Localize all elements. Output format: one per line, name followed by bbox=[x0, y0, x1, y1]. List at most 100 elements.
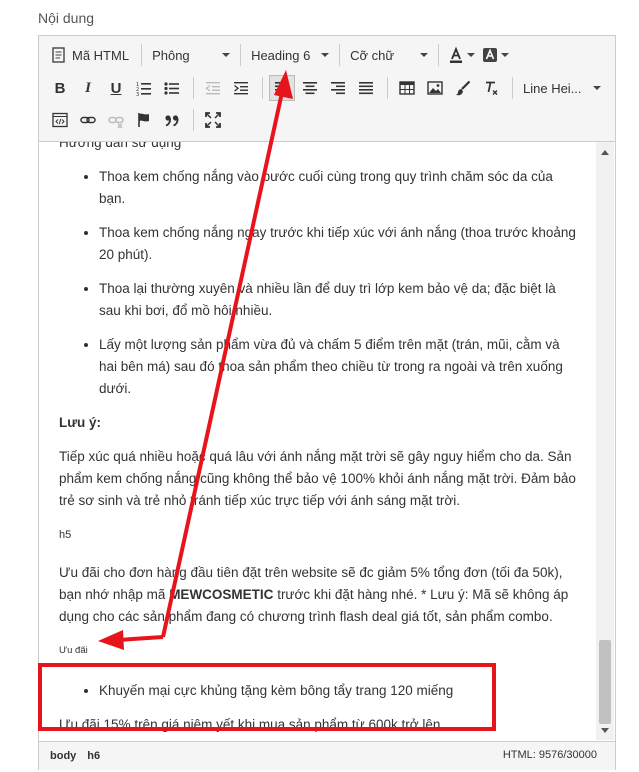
paintbrush-icon bbox=[455, 80, 471, 96]
chevron-down-icon bbox=[222, 53, 231, 57]
promo-list: Khuyến mại cực khủng tặng kèm bông tẩy t… bbox=[59, 680, 579, 702]
scrollbar-thumb[interactable] bbox=[599, 640, 611, 724]
path-item-h6[interactable]: h6 bbox=[87, 750, 100, 762]
offer-code: MEWCOSMETIC bbox=[169, 587, 274, 602]
toolbar-divider bbox=[512, 77, 513, 99]
font-select[interactable]: Phông bbox=[148, 42, 234, 68]
flag-icon bbox=[136, 112, 152, 128]
heading-5: h5 bbox=[59, 529, 72, 541]
editor-content[interactable]: Hướng dẫn sử dụng Thoa kem chống nắng và… bbox=[39, 142, 595, 740]
insert-link-button[interactable] bbox=[75, 107, 101, 133]
toolbar-divider bbox=[339, 44, 341, 66]
toolbar-divider bbox=[193, 109, 194, 131]
font-select-value: Phông bbox=[152, 47, 190, 63]
align-center-button[interactable] bbox=[297, 75, 323, 101]
underline-button[interactable]: U bbox=[103, 75, 129, 101]
heading-6: Ưu đãi bbox=[59, 645, 88, 656]
text-color-icon bbox=[448, 47, 464, 63]
underline-icon: U bbox=[110, 79, 122, 97]
fullscreen-icon bbox=[205, 112, 221, 128]
bullet-list-icon bbox=[164, 80, 180, 96]
outdent-button[interactable] bbox=[200, 75, 226, 101]
element-path: body h6 bbox=[50, 750, 100, 762]
list-item: Khuyến mại cực khủng tặng kèm bông tẩy t… bbox=[99, 680, 579, 702]
align-left-button[interactable] bbox=[269, 75, 295, 101]
promo-paragraph: Ưu đãi 15% trên giá niêm yết khi mua sản… bbox=[59, 717, 441, 732]
font-size-select[interactable]: Cỡ chữ bbox=[346, 42, 432, 68]
line-height-select-value: Line Hei... bbox=[523, 80, 582, 96]
usage-heading: Hướng dẫn sử dụng bbox=[59, 142, 182, 150]
background-color-icon bbox=[482, 47, 498, 63]
list-item: Thoa lại thường xuyên và nhiều lần để du… bbox=[99, 278, 579, 322]
chevron-down-icon bbox=[420, 53, 429, 57]
numbered-list-icon: 123 bbox=[136, 80, 152, 96]
usage-list: Thoa kem chống nắng vào bước cuối cùng t… bbox=[59, 166, 579, 400]
align-justify-button[interactable] bbox=[353, 75, 379, 101]
clear-formatting-icon bbox=[483, 80, 499, 96]
numbered-list-button[interactable]: 123 bbox=[131, 75, 157, 101]
align-right-button[interactable] bbox=[325, 75, 351, 101]
vertical-scrollbar[interactable] bbox=[596, 142, 614, 740]
code-icon bbox=[52, 112, 68, 128]
image-icon bbox=[427, 80, 443, 96]
list-item: Thoa kem chống nắng ngay trước khi tiếp … bbox=[99, 222, 579, 266]
format-painter-button[interactable] bbox=[450, 75, 476, 101]
insert-image-button[interactable] bbox=[422, 75, 448, 101]
indent-icon bbox=[233, 80, 249, 96]
list-item: Thoa kem chống nắng vào bước cuối cùng t… bbox=[99, 166, 579, 210]
chevron-down-icon bbox=[593, 86, 601, 90]
status-bar: body h6 HTML: 9576/30000 bbox=[39, 741, 615, 770]
scroll-up-icon[interactable] bbox=[601, 150, 609, 155]
toolbar-divider bbox=[387, 77, 388, 99]
toolbar-divider bbox=[262, 77, 263, 99]
insert-table-button[interactable] bbox=[394, 75, 420, 101]
align-right-icon bbox=[330, 80, 346, 96]
unlink-button[interactable] bbox=[103, 107, 129, 133]
line-height-select[interactable]: Line Hei... bbox=[519, 75, 605, 101]
chevron-down-icon bbox=[466, 53, 475, 57]
svg-text:3: 3 bbox=[136, 92, 139, 96]
toolbar-divider bbox=[141, 44, 143, 66]
table-icon bbox=[399, 80, 415, 96]
note-paragraph: Tiếp xúc quá nhiều hoặc quá lâu với ánh … bbox=[59, 449, 576, 508]
scroll-down-icon[interactable] bbox=[601, 728, 609, 733]
bold-button[interactable]: B bbox=[47, 75, 73, 101]
italic-button[interactable]: I bbox=[75, 75, 101, 101]
bold-icon: B bbox=[54, 79, 66, 97]
chevron-down-icon bbox=[321, 53, 330, 57]
align-left-icon bbox=[274, 80, 290, 96]
text-color-button[interactable] bbox=[445, 42, 477, 68]
source-html-label: Mã HTML bbox=[72, 47, 130, 63]
editor-toolbar: Mã HTML Phông Heading 6 Cỡ chữ B I U 1 2… bbox=[39, 36, 615, 142]
list-item: Lấy một lượng sản phẩm vừa đủ và chấm 5 … bbox=[99, 334, 579, 400]
format-select-value: Heading 6 bbox=[251, 47, 311, 63]
unlink-icon bbox=[108, 112, 124, 128]
background-color-button[interactable] bbox=[479, 42, 511, 68]
blockquote-button[interactable] bbox=[159, 107, 185, 133]
align-justify-icon bbox=[358, 80, 374, 96]
clear-formatting-button[interactable] bbox=[478, 75, 504, 101]
toolbar-divider bbox=[193, 77, 194, 99]
format-select[interactable]: Heading 6 bbox=[247, 42, 333, 68]
outdent-icon bbox=[205, 80, 221, 96]
rich-text-editor: Mã HTML Phông Heading 6 Cỡ chữ B I U 1 2… bbox=[38, 35, 616, 770]
font-size-select-value: Cỡ chữ bbox=[350, 47, 395, 63]
source-html-icon bbox=[51, 47, 67, 63]
embed-code-button[interactable] bbox=[47, 107, 73, 133]
offer-paragraph: Ưu đãi cho đơn hàng đầu tiên đặt trên we… bbox=[59, 562, 579, 628]
toolbar-divider bbox=[438, 44, 440, 66]
bullet-list-button[interactable] bbox=[159, 75, 185, 101]
quote-icon bbox=[164, 112, 180, 128]
anchor-button[interactable] bbox=[131, 107, 157, 133]
path-item-body[interactable]: body bbox=[50, 750, 76, 762]
toolbar-divider bbox=[240, 44, 242, 66]
link-icon bbox=[80, 112, 96, 128]
source-html-button[interactable]: Mã HTML bbox=[47, 42, 133, 68]
italic-icon: I bbox=[85, 79, 91, 96]
indent-button[interactable] bbox=[228, 75, 254, 101]
chevron-down-icon bbox=[500, 53, 509, 57]
fullscreen-button[interactable] bbox=[200, 107, 226, 133]
note-label: Lưu ý: bbox=[59, 415, 102, 430]
html-character-counter: HTML: 9576/30000 bbox=[502, 749, 597, 761]
field-label: Nội dung bbox=[38, 10, 95, 26]
